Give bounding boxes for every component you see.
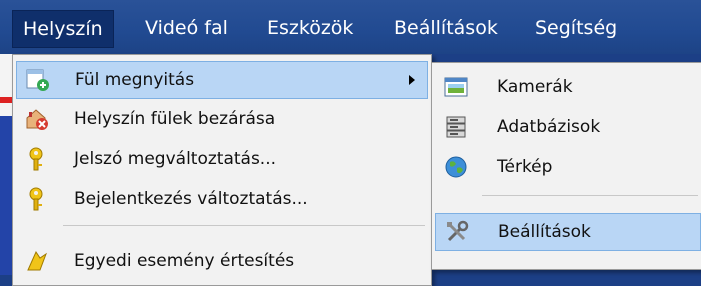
camera-view-icon (444, 77, 468, 97)
menu-segitseg[interactable]: Segítség (525, 10, 627, 46)
submenu-item-label: Térkép (497, 157, 553, 177)
menu-item-label: Fül megnyitás (75, 70, 195, 90)
menu-item-ful-megnyitas[interactable]: Fül megnyitás (16, 61, 428, 99)
key-icon (29, 147, 43, 171)
helyszin-dropdown-menu: Fül megnyitás Helyszín fülek bezárása Je… (12, 54, 432, 286)
menu-item-bejelentkezes-valtoztatas[interactable]: Bejelentkezés változtatás... (16, 181, 428, 217)
submenu-item-kamerak[interactable]: Kamerák (435, 69, 701, 105)
submenu-item-label: Beállítások (498, 222, 591, 242)
submenu-item-adatbazisok[interactable]: Adatbázisok (435, 109, 701, 145)
menu-eszkozok[interactable]: Eszközök (257, 10, 363, 46)
submenu-item-terkep[interactable]: Térkép (435, 149, 701, 185)
submenu-item-label: Kamerák (497, 77, 573, 97)
event-icon (27, 250, 48, 271)
submenu-item-beallitasok[interactable]: Beállítások (435, 213, 701, 251)
menu-beallitasok[interactable]: Beállítások (384, 10, 508, 46)
submenu-separator (482, 195, 698, 196)
menu-item-fulek-bezarasa[interactable]: Helyszín fülek bezárása (16, 101, 428, 137)
menu-item-label: Bejelentkezés változtatás... (74, 189, 308, 209)
menu-bar: Helyszín Videó fal Eszközök Beállítások … (0, 0, 701, 54)
ful-megnyitas-submenu: Kamerák Adatbázisok Térkép Beállítások (431, 62, 701, 270)
tools-icon (447, 220, 469, 242)
submenu-item-label: Adatbázisok (497, 117, 601, 137)
submenu-arrow-icon (409, 75, 415, 85)
menu-separator (63, 225, 425, 226)
menu-helyszin[interactable]: Helyszín (12, 10, 114, 48)
menu-item-label: Jelszó megváltoztatás... (74, 149, 277, 169)
menu-video-fal[interactable]: Videó fal (135, 10, 238, 46)
database-icon (446, 116, 466, 138)
key-icon (29, 187, 43, 211)
menu-item-egyedi-esemeny[interactable]: Egyedi esemény értesítés (16, 243, 428, 279)
tab-add-icon (26, 69, 49, 91)
globe-icon (445, 156, 467, 178)
menu-item-jelszo-megvaltoztatas[interactable]: Jelszó megváltoztatás... (16, 141, 428, 177)
background-window-edge (0, 54, 12, 275)
menu-item-label: Helyszín fülek bezárása (74, 109, 276, 129)
close-tabs-icon (26, 109, 48, 130)
menu-item-label: Egyedi esemény értesítés (74, 251, 295, 271)
